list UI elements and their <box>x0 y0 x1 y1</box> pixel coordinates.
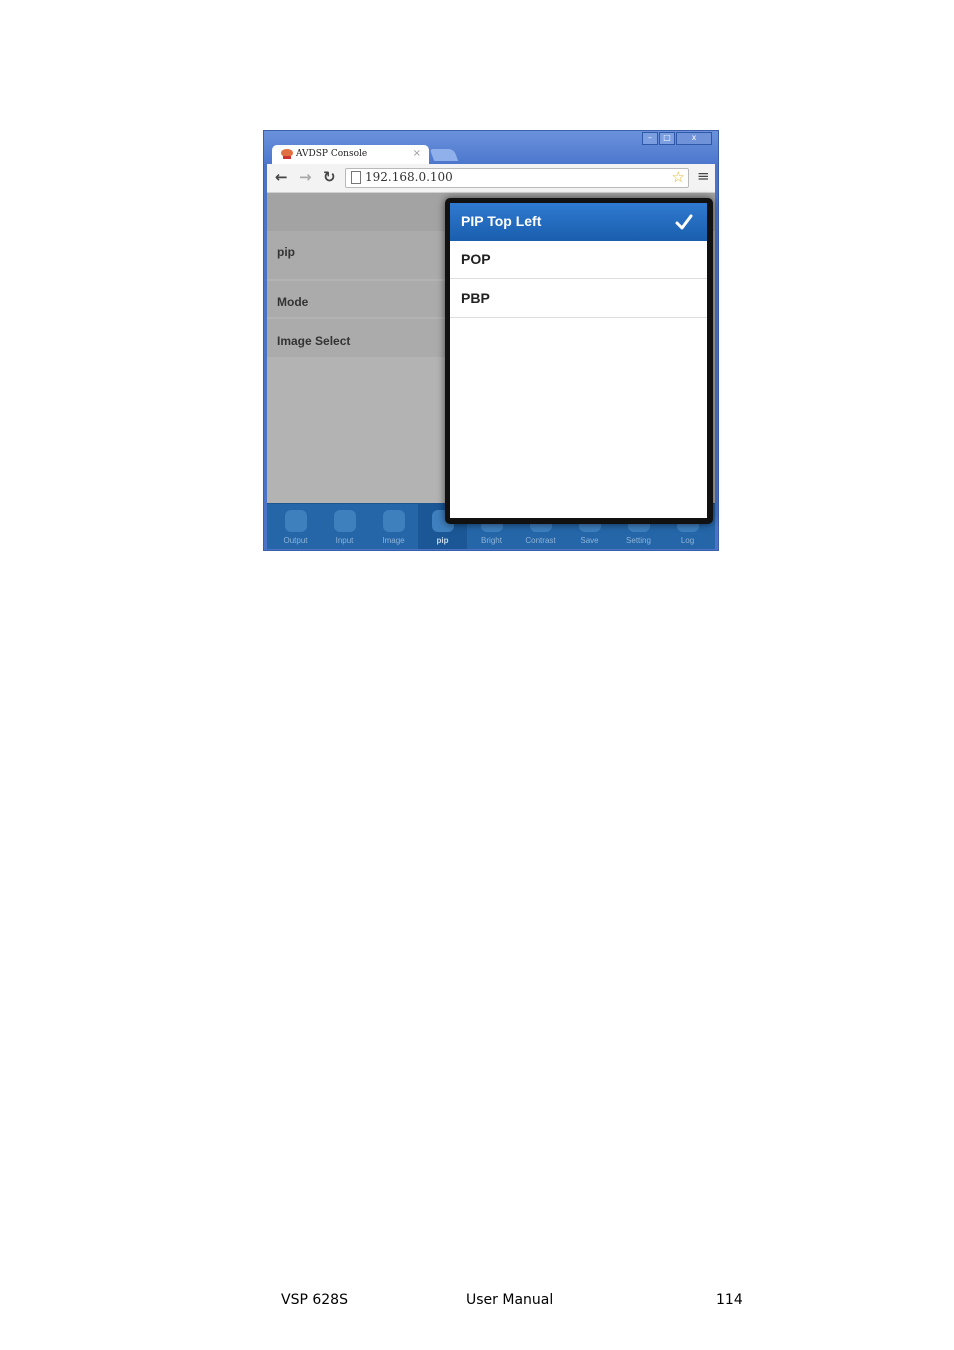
mode-label: Mode <box>277 295 309 309</box>
tab-title: AVDSP Console <box>296 149 368 159</box>
image-select-label: Image Select <box>277 334 351 348</box>
nav-output[interactable]: Output <box>271 504 320 549</box>
browser-toolbar: ← → ↻ 192.168.0.100 ☆ ≡ <box>267 164 715 193</box>
nav-input[interactable]: Input <box>320 504 369 549</box>
url-text: 192.168.0.100 <box>365 170 453 184</box>
option-list: PIP Top Left POP PBP <box>450 203 707 518</box>
address-bar[interactable]: 192.168.0.100 ☆ <box>345 168 689 188</box>
mode-select-popup: PIP Top Left POP PBP <box>445 198 713 524</box>
close-window-button[interactable]: x <box>676 132 712 145</box>
section-label-pip: pip <box>277 245 295 259</box>
footer-page-number: 114 <box>716 1292 743 1308</box>
menu-icon[interactable]: ≡ <box>697 167 710 185</box>
page-icon <box>351 171 361 184</box>
output-icon <box>285 510 307 532</box>
back-arrow-icon[interactable]: ← <box>275 168 288 186</box>
title-bar: – □ x AVDSP Console × <box>264 131 718 165</box>
tab-close-icon[interactable]: × <box>413 148 421 159</box>
window-controls: – □ x <box>641 132 712 145</box>
input-icon <box>334 510 356 532</box>
option-label: PIP Top Left <box>461 213 542 229</box>
option-label: PBP <box>461 290 490 306</box>
footer-product: VSP 628S <box>281 1292 348 1308</box>
nav-image[interactable]: Image <box>369 504 418 549</box>
minimize-button[interactable]: – <box>642 132 658 145</box>
option-pop[interactable]: POP <box>450 241 707 279</box>
image-icon <box>383 510 405 532</box>
app-logo-icon <box>281 149 293 159</box>
bookmark-star-icon[interactable]: ☆ <box>672 168 685 186</box>
maximize-button[interactable]: □ <box>659 132 675 145</box>
option-label: POP <box>461 251 491 267</box>
forward-arrow-icon[interactable]: → <box>299 168 312 186</box>
browser-tab[interactable]: AVDSP Console × <box>272 145 429 165</box>
footer-doc-title: User Manual <box>466 1292 554 1308</box>
checkmark-icon <box>675 214 693 230</box>
option-pbp[interactable]: PBP <box>450 280 707 318</box>
reload-icon[interactable]: ↻ <box>323 168 336 186</box>
new-tab-button[interactable] <box>429 149 459 161</box>
row-pip <box>267 231 467 279</box>
option-pip-top-left[interactable]: PIP Top Left <box>450 203 707 241</box>
